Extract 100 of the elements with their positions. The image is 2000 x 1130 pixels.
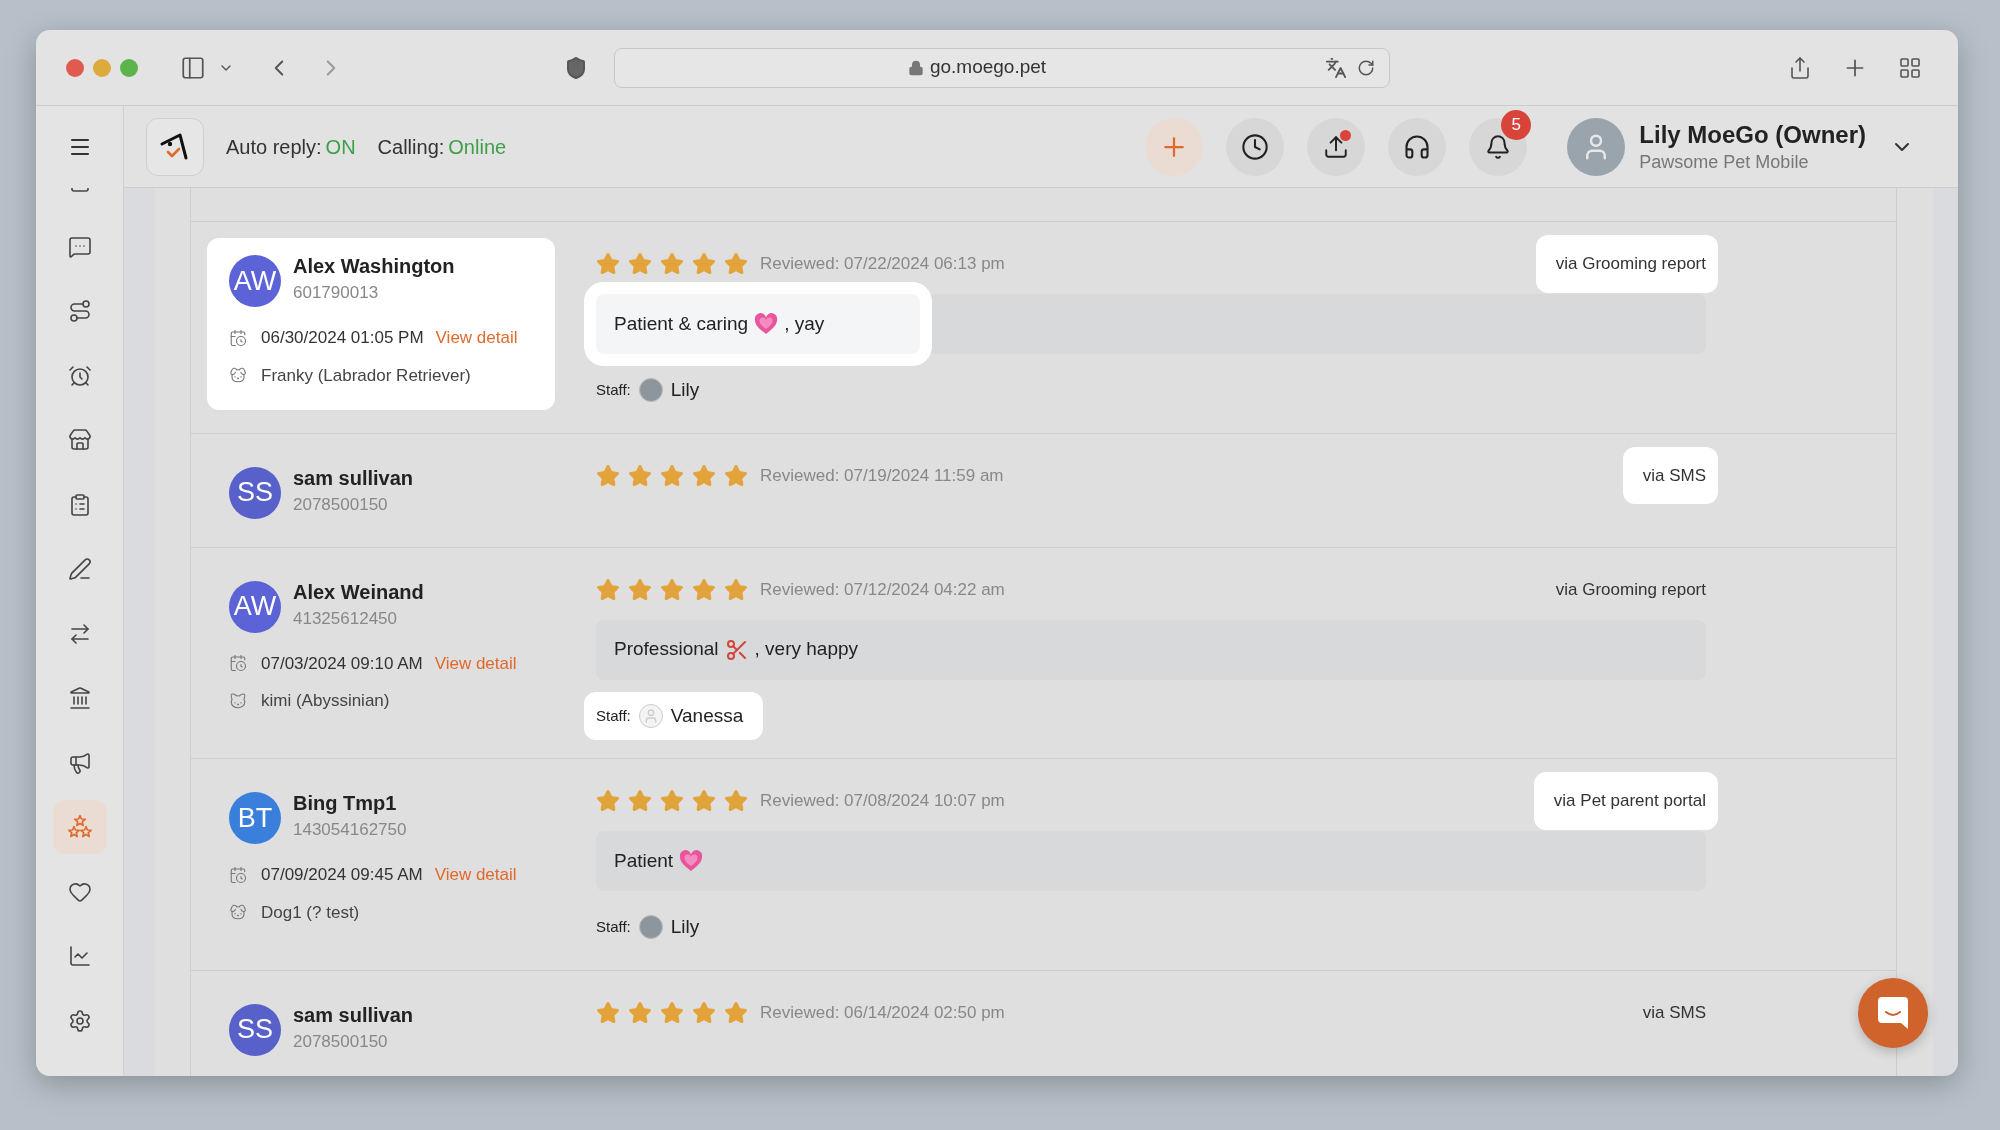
star-icon <box>628 577 652 602</box>
star-icon <box>628 1000 652 1025</box>
star-icon <box>660 577 684 602</box>
sidebar-toggle-icon[interactable] <box>180 54 206 81</box>
heart-emoji-icon <box>679 850 704 872</box>
star-icon <box>724 463 748 488</box>
review-date: Reviewed: 07/08/2024 10:07 pm <box>760 790 1005 813</box>
logo-button[interactable] <box>146 117 204 176</box>
staff-name: Lily <box>670 915 700 939</box>
star-icon <box>660 463 684 488</box>
shield-icon[interactable] <box>564 55 588 80</box>
staff-name: Lily <box>670 378 700 402</box>
cat-icon <box>229 691 247 710</box>
star-icon <box>724 577 748 602</box>
customer-phone: 601790013 <box>293 282 380 304</box>
customer-avatar: SS <box>229 1003 281 1056</box>
calendar-icon <box>229 654 247 673</box>
review-source: via Grooming report <box>1535 235 1718 293</box>
review-source: via SMS <box>1642 1001 1706 1024</box>
staff-label: Staff: <box>596 705 631 726</box>
staff-avatar <box>638 378 663 403</box>
business-name: Pawsome Pet Mobile <box>1639 150 1810 174</box>
tab-overview-icon[interactable] <box>1898 55 1922 80</box>
pen-icon <box>67 557 92 581</box>
staff-avatar <box>638 915 663 940</box>
bank-icon <box>67 686 92 710</box>
star-icon <box>692 789 716 813</box>
headset-icon <box>1403 132 1432 161</box>
star-icon <box>692 252 716 276</box>
review-source: via Grooming report <box>1555 578 1706 601</box>
pet-name: kimi (Abyssinian) <box>261 690 390 712</box>
lock-icon <box>907 59 924 76</box>
customer-avatar: AW <box>229 255 281 307</box>
reload-icon[interactable] <box>1357 58 1375 77</box>
scissors-emoji-icon <box>724 637 749 662</box>
appointment-date: 06/30/2024 01:05 PM <box>261 327 424 349</box>
star-icon <box>628 463 652 488</box>
customer-avatar: AW <box>229 580 281 633</box>
review-comment: Professional , very happy <box>613 636 860 664</box>
pet-name: Franky (Labrador Retriever) <box>261 364 471 387</box>
review-source: via SMS <box>1622 446 1718 505</box>
star-icon <box>660 252 684 276</box>
customer-avatar: SS <box>229 466 281 519</box>
customer-phone: 2078500150 <box>293 1030 389 1053</box>
store-icon <box>67 428 92 452</box>
share-icon[interactable] <box>1788 55 1812 80</box>
upload-icon <box>1323 133 1350 160</box>
star-icon <box>596 1000 620 1025</box>
close-window-button[interactable] <box>66 58 84 77</box>
review-comment: Patient <box>596 831 728 891</box>
staff-name: Vanessa <box>670 703 744 728</box>
chat-icon <box>67 234 92 259</box>
appointment-date: 07/09/2024 09:45 AM <box>261 864 423 886</box>
customer-name[interactable]: sam sullivan <box>293 1000 414 1029</box>
star-icon <box>628 789 652 813</box>
customer-name[interactable]: Alex Washington <box>293 252 455 280</box>
review-source: via Pet parent portal <box>1533 772 1718 830</box>
dog-icon <box>229 903 247 922</box>
calendar-icon <box>229 328 247 347</box>
address-bar[interactable]: go.moego.pet <box>614 47 1390 88</box>
appointment-date: 07/03/2024 09:10 AM <box>261 652 423 675</box>
customer-name[interactable]: Alex Weinand <box>293 577 424 606</box>
review-date: Reviewed: 07/12/2024 04:22 am <box>760 578 1005 601</box>
dog-icon <box>229 366 247 385</box>
auto-reply-label: Auto reply: <box>226 134 322 160</box>
star-icon <box>660 789 684 813</box>
customer-name[interactable]: Bing Tmp1 <box>293 789 407 817</box>
customer-name[interactable]: sam sullivan <box>293 463 414 492</box>
settings-icon <box>67 1008 92 1033</box>
calling-label: Calling: <box>377 134 445 160</box>
star-icon <box>596 789 620 813</box>
review-date: Reviewed: 07/22/2024 06:13 pm <box>760 253 1005 276</box>
star-icon <box>596 252 620 276</box>
customer-phone: 2078500150 <box>293 493 389 516</box>
customer-phone: 41325612450 <box>293 607 398 630</box>
translate-icon[interactable] <box>1325 56 1347 79</box>
staff-label: Staff: <box>596 917 631 937</box>
star-icon <box>724 252 748 276</box>
chat-icon <box>1877 996 1909 1030</box>
megaphone-icon <box>67 750 92 775</box>
star-icon <box>724 1000 748 1025</box>
user-name[interactable]: Lily MoeGo (Owner) <box>1639 119 1866 150</box>
sidebar-item[interactable] <box>52 800 107 854</box>
alarm-clock-icon <box>67 363 92 388</box>
star-icon <box>660 1000 684 1025</box>
star-icon <box>692 463 716 488</box>
star-icon <box>628 252 652 276</box>
notification-count: 5 <box>1501 109 1532 140</box>
review-date: Reviewed: 06/14/2024 02:50 pm <box>760 1001 1005 1024</box>
customer-phone: 143054162750 <box>293 819 407 841</box>
route-icon <box>67 299 92 323</box>
url-text: go.moego.pet <box>929 55 1047 80</box>
stars-icon <box>66 814 93 840</box>
review-date: Reviewed: 07/19/2024 11:59 am <box>760 464 1004 487</box>
bell-icon <box>1485 133 1512 160</box>
star-icon <box>692 1000 716 1025</box>
star-icon <box>596 463 620 488</box>
calendar-icon <box>229 865 247 884</box>
customer-avatar: BT <box>229 792 281 844</box>
clock-icon <box>1241 132 1270 161</box>
